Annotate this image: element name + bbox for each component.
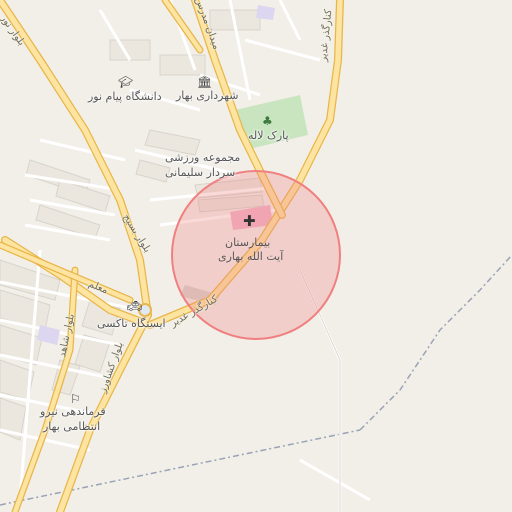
university-label[interactable]: دانشگاه پیام نور xyxy=(88,90,162,104)
hospital-label-line1[interactable]: بیمارستان xyxy=(225,235,270,250)
police-label-line2[interactable]: انتظامی بهار xyxy=(43,420,100,434)
hospital-cross-icon: ✚ xyxy=(243,212,256,230)
sports-complex-label-line2[interactable]: سردار سلیمانی xyxy=(165,166,235,180)
university-icon: 🎓︎ xyxy=(118,75,134,89)
municipality-icon: 🏛︎ xyxy=(197,75,213,89)
school-area-2 xyxy=(256,5,275,20)
taxi-station-label[interactable]: ایستگاه تاکسی xyxy=(97,317,166,331)
sports-complex-label-line1[interactable]: مجموعه ورزشی xyxy=(165,151,240,165)
hospital-label-line2[interactable]: آیت الله بهاری xyxy=(218,249,283,264)
map-canvas[interactable]: کنارگذر غدیر کنارگذر غدیر بلوار بسیج بلو… xyxy=(0,0,512,512)
municipality-label[interactable]: شهرداری بهار xyxy=(176,89,239,103)
boundary-line xyxy=(359,254,512,431)
police-icon: ⚐ xyxy=(70,392,81,406)
park-label[interactable]: پارک لاله xyxy=(248,129,289,143)
tree-icon: ♣ xyxy=(262,114,273,128)
police-label-line1[interactable]: فرماندهی نیرو xyxy=(40,405,106,419)
taxi-icon: 🚕︎ xyxy=(127,299,143,313)
